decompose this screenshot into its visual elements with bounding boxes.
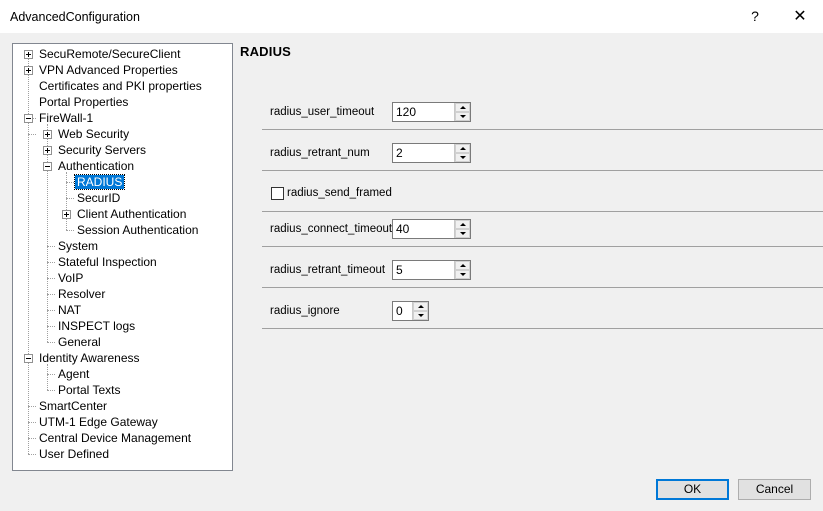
tree-item[interactable]: INSPECT logs [56, 318, 137, 334]
send-framed-label[interactable]: radius_send_framed [287, 187, 392, 199]
ignore-label: radius_ignore [270, 305, 340, 317]
divider [262, 328, 823, 329]
expand-icon[interactable] [24, 50, 33, 59]
expand-icon[interactable] [43, 130, 52, 139]
retrant-num-input[interactable] [396, 146, 451, 160]
tree-item[interactable]: Session Authentication [75, 222, 200, 238]
tree-item[interactable]: Stateful Inspection [56, 254, 159, 270]
tree-item[interactable]: Certificates and PKI properties [37, 78, 204, 94]
tree-item[interactable]: SmartCenter [37, 398, 109, 414]
spin-down-icon[interactable] [455, 229, 470, 238]
window-title: AdvancedConfiguration [10, 10, 140, 24]
divider [262, 287, 823, 288]
expand-icon[interactable] [24, 66, 33, 75]
spin-down-icon[interactable] [455, 112, 470, 121]
tree-item[interactable]: Authentication [56, 158, 136, 174]
tree-item[interactable]: VoIP [56, 270, 85, 286]
tree-item[interactable]: Portal Texts [56, 382, 122, 398]
spin-down-icon[interactable] [455, 153, 470, 162]
spin-up-icon[interactable] [455, 103, 470, 112]
retrant-timeout-label: radius_retrant_timeout [270, 264, 386, 276]
close-icon[interactable]: ✕ [789, 6, 811, 26]
spin-up-icon[interactable] [455, 261, 470, 270]
connect-timeout-label: radius_connect_timeout [270, 223, 393, 235]
tree-item[interactable]: UTM-1 Edge Gateway [37, 414, 160, 430]
send-framed-checkbox[interactable] [271, 187, 284, 200]
expand-icon[interactable] [43, 146, 52, 155]
divider [262, 246, 823, 247]
spin-up-icon[interactable] [455, 144, 470, 153]
tree-item-radius[interactable]: RADIUS [73, 174, 126, 190]
user-timeout-label: radius_user_timeout [270, 106, 375, 118]
ignore-spinner[interactable] [392, 301, 429, 321]
tree-item[interactable]: Identity Awareness [37, 350, 142, 366]
tree-item[interactable]: NAT [56, 302, 83, 318]
tree-item[interactable]: SecuRemote/SecureClient [37, 46, 182, 62]
spin-down-icon[interactable] [455, 270, 470, 279]
config-tree[interactable]: SecuRemote/SecureClient VPN Advanced Pro… [12, 43, 233, 471]
expand-icon[interactable] [62, 210, 71, 219]
tree-item[interactable]: System [56, 238, 100, 254]
connect-timeout-spinner[interactable] [392, 219, 471, 239]
retrant-num-label: radius_retrant_num [270, 147, 370, 159]
tree-item[interactable]: Portal Properties [37, 94, 130, 110]
retrant-timeout-input[interactable] [396, 263, 451, 277]
tree-item[interactable]: Agent [56, 366, 91, 382]
tree-item[interactable]: User Defined [37, 446, 111, 462]
tree-item[interactable]: Central Device Management [37, 430, 193, 446]
ignore-input[interactable] [396, 304, 412, 318]
collapse-icon[interactable] [24, 114, 33, 123]
ok-button[interactable]: OK [656, 479, 729, 500]
tree-item[interactable]: FireWall-1 [37, 110, 95, 126]
tree-item[interactable]: Resolver [56, 286, 107, 302]
spin-down-icon[interactable] [413, 311, 428, 320]
divider [262, 211, 823, 212]
divider [262, 170, 823, 171]
section-title: RADIUS [240, 44, 292, 59]
tree-item[interactable]: Client Authentication [75, 206, 188, 222]
user-timeout-input[interactable] [396, 105, 451, 119]
spin-up-icon[interactable] [413, 302, 428, 311]
tree-item[interactable]: Security Servers [56, 142, 148, 158]
spin-up-icon[interactable] [455, 220, 470, 229]
divider [262, 129, 823, 130]
cancel-button[interactable]: Cancel [738, 479, 811, 500]
retrant-num-spinner[interactable] [392, 143, 471, 163]
connect-timeout-input[interactable] [396, 222, 451, 236]
tree-item[interactable]: General [56, 334, 103, 350]
tree-item[interactable]: VPN Advanced Properties [37, 62, 180, 78]
collapse-icon[interactable] [24, 354, 33, 363]
retrant-timeout-spinner[interactable] [392, 260, 471, 280]
help-icon[interactable]: ? [747, 8, 763, 26]
title-bar: AdvancedConfiguration ? ✕ [0, 0, 823, 33]
tree-item[interactable]: Web Security [56, 126, 131, 142]
collapse-icon[interactable] [43, 162, 52, 171]
user-timeout-spinner[interactable] [392, 102, 471, 122]
tree-item[interactable]: SecurID [75, 190, 122, 206]
